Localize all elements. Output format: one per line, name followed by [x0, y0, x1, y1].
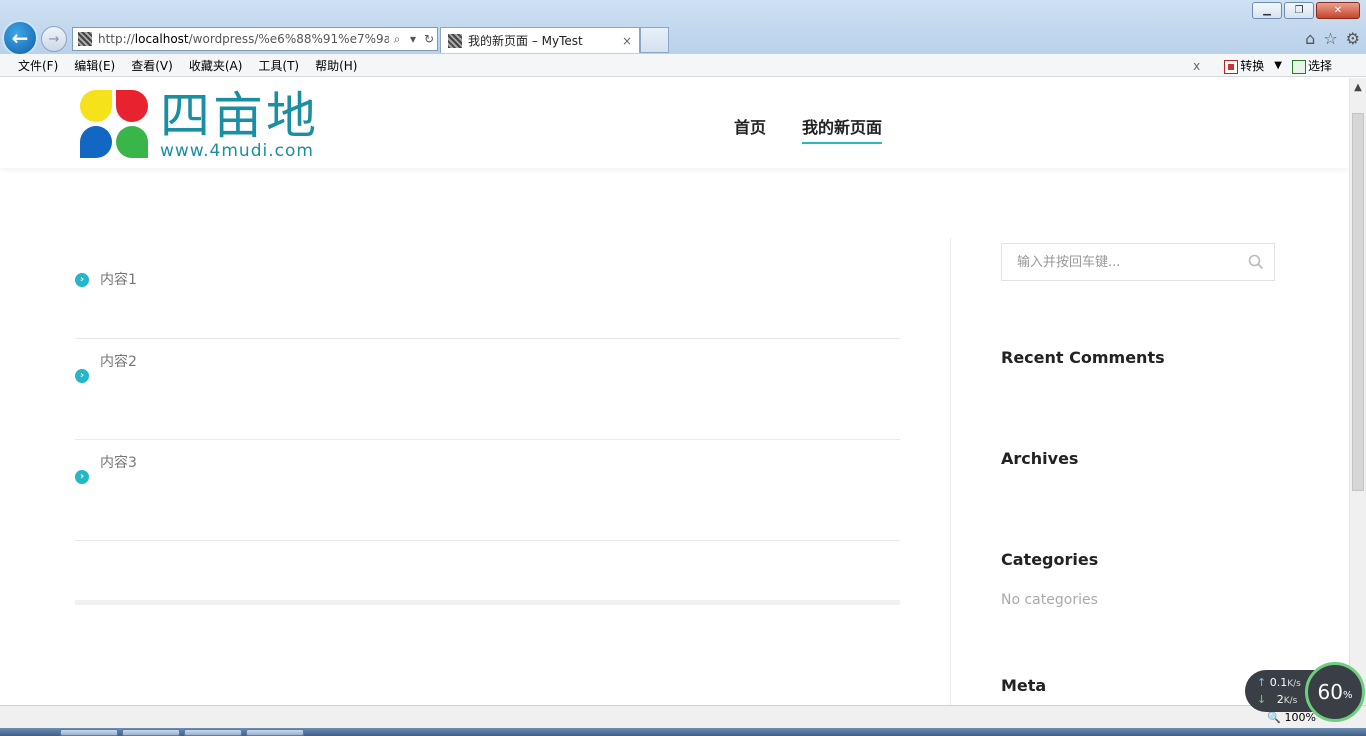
site-logo[interactable]: 四亩地 www.4mudi.com — [80, 90, 319, 160]
minimize-button[interactable]: ▁ — [1252, 2, 1282, 19]
convert-button[interactable]: 转换 — [1224, 57, 1264, 74]
chevron-right-circle-icon: › — [75, 369, 89, 383]
menu-file[interactable]: 文件(F) — [10, 57, 66, 74]
sidebar-divider — [950, 238, 951, 705]
recent-comments-title: Recent Comments — [1001, 348, 1165, 367]
categories-title: Categories — [1001, 550, 1099, 569]
logo-url: www.4mudi.com — [160, 141, 314, 161]
menu-favorites[interactable]: 收藏夹(A) — [181, 57, 251, 74]
memory-usage-gauge: 60% — [1305, 662, 1365, 722]
nav-my-new-page[interactable]: 我的新页面 — [802, 114, 883, 144]
taskbar-item[interactable] — [60, 729, 118, 736]
download-arrow-icon: ↓ — [1257, 693, 1267, 706]
select-button[interactable]: 选择 — [1291, 57, 1332, 74]
list-item-text: 内容1 — [100, 272, 137, 288]
taskbar-item[interactable] — [122, 729, 180, 736]
list-item-text: 内容3 — [100, 455, 137, 471]
convert-label: 转换 — [1240, 59, 1265, 73]
upload-unit: K/s — [1287, 679, 1301, 689]
back-button[interactable]: ← — [2, 20, 38, 56]
convert-dropdown-icon[interactable]: ▼ — [1274, 60, 1282, 71]
scroll-thumb[interactable] — [1352, 113, 1364, 491]
new-tab-button[interactable] — [640, 27, 669, 53]
logo-petal-blue — [80, 126, 112, 158]
search-icon[interactable]: ⌕ — [389, 32, 405, 47]
download-speed: 2 — [1276, 693, 1284, 706]
upload-arrow-icon: ↑ — [1257, 676, 1267, 689]
forward-button[interactable]: → — [41, 26, 67, 52]
select-label: 选择 — [1307, 59, 1332, 73]
upload-speed: 0.1 — [1269, 676, 1288, 689]
address-url[interactable]: http://localhost/wordpress/%e6%88%91%e7%… — [98, 32, 389, 46]
network-speed-widget[interactable]: ↑ 0.1K/s ↓ 2K/s 60% — [1245, 662, 1365, 722]
toolbar-right: x 转换 ▼ 选择 — [1193, 54, 1332, 77]
close-window-button[interactable]: ✕ — [1316, 2, 1360, 19]
dropdown-arrow-icon[interactable]: ▾ — [405, 32, 421, 46]
browser-right-icons: ⌂ ☆ ⚙ — [1305, 29, 1360, 48]
home-icon[interactable]: ⌂ — [1305, 29, 1315, 48]
browser-titlebar: ▁ ❐ ✕ ← → http://localhost/wordpress/%e6… — [0, 0, 1366, 56]
logo-petal-yellow — [80, 90, 112, 122]
arrow-left-icon: ← — [11, 26, 29, 50]
logo-petal-green — [116, 126, 148, 158]
tab-favicon-icon — [448, 33, 462, 48]
logo-petals-icon — [80, 90, 148, 158]
logo-petal-red — [116, 90, 148, 122]
categories-empty-text: No categories — [1001, 592, 1098, 608]
web-page: 四亩地 www.4mudi.com 首页 我的新页面 › 内容1 › 内容2 ›… — [0, 78, 1349, 705]
site-favicon-icon — [78, 32, 92, 46]
archives-title: Archives — [1001, 449, 1079, 468]
main-nav: 首页 我的新页面 — [734, 114, 883, 144]
status-bar: 🔍 100% — [0, 705, 1366, 728]
search-box — [1001, 243, 1275, 281]
tab-active[interactable]: 我的新页面 – MyTest × — [440, 27, 640, 53]
meta-title: Meta — [1001, 676, 1047, 695]
sidebar: Recent Comments Archives Categories No c… — [1001, 243, 1276, 695]
favorites-star-icon[interactable]: ☆ — [1323, 29, 1337, 48]
logo-name: 四亩地 — [160, 87, 319, 145]
download-unit: K/s — [1283, 696, 1298, 706]
menu-view[interactable]: 查看(V) — [123, 57, 181, 74]
search-icon[interactable] — [1238, 244, 1274, 280]
list-item: › 内容3 — [75, 440, 900, 541]
list-item: › 内容1 — [75, 238, 900, 339]
taskbar-item[interactable] — [184, 729, 242, 736]
refresh-icon[interactable]: ↻ — [421, 32, 437, 46]
usage-percent: 60 — [1317, 680, 1343, 704]
page-scrollbar[interactable]: ▲ — [1349, 78, 1366, 705]
nav-home[interactable]: 首页 — [734, 114, 766, 142]
arrow-right-icon: → — [48, 31, 60, 47]
toolbar-close-icon[interactable]: x — [1193, 59, 1200, 73]
search-input[interactable] — [1002, 244, 1238, 280]
site-header: 四亩地 www.4mudi.com 首页 我的新页面 — [0, 78, 1349, 168]
content-divider — [75, 600, 900, 605]
tab-title: 我的新页面 – MyTest — [468, 34, 583, 48]
scroll-up-icon[interactable]: ▲ — [1350, 78, 1366, 96]
menu-help[interactable]: 帮助(H) — [307, 57, 365, 74]
menu-edit[interactable]: 编辑(E) — [66, 57, 123, 74]
list-item: › 内容2 — [75, 339, 900, 440]
tab-close-icon[interactable]: × — [619, 34, 635, 48]
chevron-right-circle-icon: › — [75, 273, 89, 287]
settings-gear-icon[interactable]: ⚙ — [1346, 29, 1360, 48]
content-list: › 内容1 › 内容2 › 内容3 — [75, 238, 900, 605]
logo-text: 四亩地 www.4mudi.com — [160, 90, 319, 160]
taskbar — [0, 728, 1366, 736]
list-item-text: 内容2 — [100, 354, 137, 370]
pdf-icon — [1224, 59, 1239, 74]
restore-button[interactable]: ❐ — [1284, 2, 1314, 19]
select-icon — [1291, 59, 1306, 74]
address-bar[interactable]: http://localhost/wordpress/%e6%88%91%e7%… — [72, 27, 438, 51]
chevron-right-circle-icon: › — [75, 470, 89, 484]
usage-percent-unit: % — [1342, 689, 1353, 701]
menu-bar: 文件(F) 编辑(E) 查看(V) 收藏夹(A) 工具(T) 帮助(H) x 转… — [0, 54, 1366, 77]
taskbar-item[interactable] — [246, 729, 304, 736]
window-controls: ▁ ❐ ✕ — [1252, 2, 1360, 19]
menu-tools[interactable]: 工具(T) — [250, 57, 307, 74]
